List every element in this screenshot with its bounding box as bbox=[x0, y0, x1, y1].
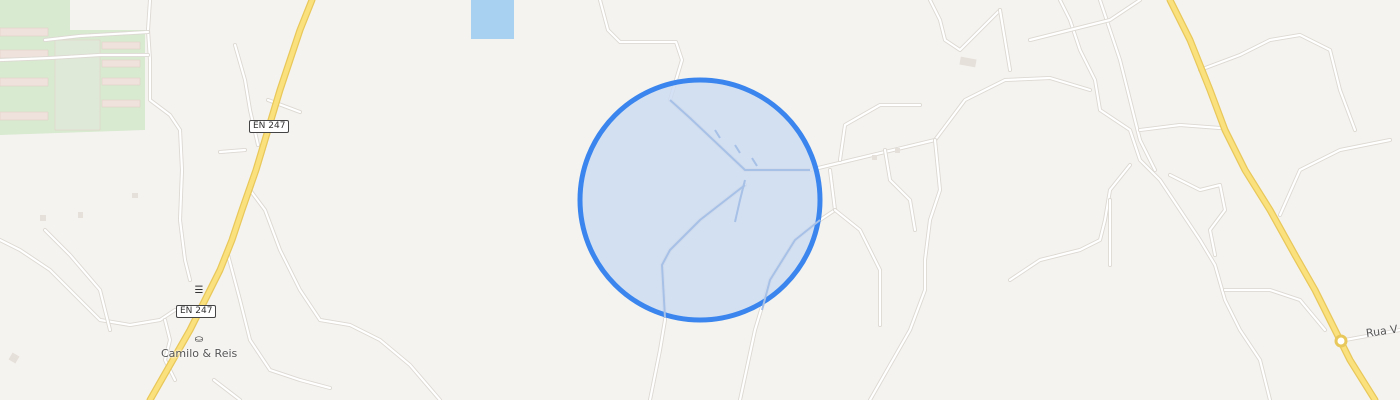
shopping-basket-icon[interactable]: ⛀ bbox=[192, 333, 206, 347]
main-road-en247 bbox=[146, 0, 316, 400]
restaurant-icon[interactable]: ☰ bbox=[192, 284, 206, 298]
roundabout bbox=[1334, 334, 1348, 348]
search-radius-overlay bbox=[577, 77, 823, 323]
main-road-right bbox=[1166, 0, 1379, 400]
route-shield-en247-bottom: EN 247 bbox=[176, 305, 217, 318]
map-canvas[interactable]: EN 247 EN 247 ☰ ⛀ Camilo & Reis Rua V bbox=[0, 0, 1400, 400]
poi-label-camilo-reis[interactable]: Camilo & Reis bbox=[161, 347, 237, 360]
route-shield-en247-top: EN 247 bbox=[249, 120, 290, 133]
map-base-layer bbox=[0, 0, 1400, 400]
water-body bbox=[471, 0, 514, 39]
